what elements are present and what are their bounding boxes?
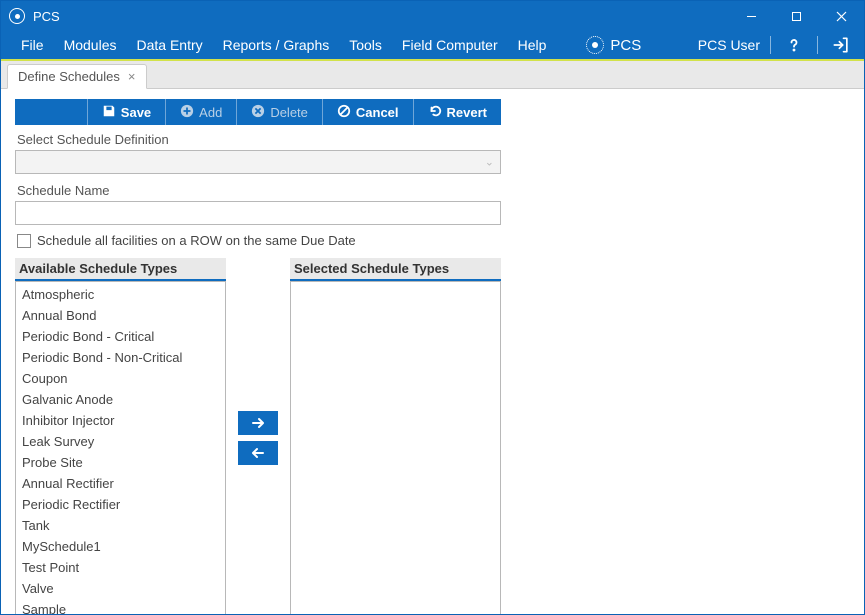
menu-item-help[interactable]: Help — [508, 30, 557, 60]
list-item[interactable]: Probe Site — [20, 452, 221, 473]
minimize-button[interactable] — [729, 1, 774, 31]
brand-group: PCS — [586, 36, 641, 54]
maximize-button[interactable] — [774, 1, 819, 31]
revert-button[interactable]: Revert — [414, 99, 501, 125]
logout-icon[interactable] — [828, 32, 854, 58]
list-item[interactable]: Periodic Bond - Non-Critical — [20, 347, 221, 368]
close-button[interactable] — [819, 1, 864, 31]
menu-item-data-entry[interactable]: Data Entry — [126, 30, 212, 60]
select-definition-label: Select Schedule Definition — [15, 129, 501, 150]
list-item[interactable]: Annual Bond — [20, 305, 221, 326]
app-window: PCS FileModulesData EntryReports / Graph… — [0, 0, 865, 615]
app-title: PCS — [33, 9, 60, 24]
divider — [770, 36, 771, 54]
list-item[interactable]: Coupon — [20, 368, 221, 389]
schedule-name-input[interactable] — [15, 201, 501, 225]
revert-icon — [428, 104, 442, 121]
tab-close-icon[interactable]: × — [128, 70, 136, 83]
list-item[interactable]: Leak Survey — [20, 431, 221, 452]
cancel-label: Cancel — [356, 105, 399, 120]
list-item[interactable]: Annual Rectifier — [20, 473, 221, 494]
titlebar: PCS — [1, 1, 864, 31]
menu-item-tools[interactable]: Tools — [339, 30, 392, 60]
list-item[interactable]: Sample — [20, 599, 221, 614]
content-area: Save Add Delete — [1, 89, 864, 614]
select-definition-dropdown[interactable]: ⌄ — [15, 150, 501, 174]
menubar: FileModulesData EntryReports / GraphsToo… — [1, 31, 864, 61]
list-item[interactable]: Valve — [20, 578, 221, 599]
schedule-name-label: Schedule Name — [15, 180, 501, 201]
tab-label: Define Schedules — [18, 69, 120, 84]
tabstrip: Define Schedules × — [1, 61, 864, 89]
save-icon — [102, 104, 116, 121]
brand-icon — [586, 36, 604, 54]
menu-item-file[interactable]: File — [11, 30, 54, 60]
menu-item-reports-graphs[interactable]: Reports / Graphs — [213, 30, 340, 60]
list-item[interactable]: Atmospheric — [20, 284, 221, 305]
add-button[interactable]: Add — [166, 99, 237, 125]
move-left-button[interactable] — [238, 441, 278, 465]
delete-circle-icon — [251, 104, 265, 121]
delete-label: Delete — [270, 105, 308, 120]
help-icon[interactable] — [781, 32, 807, 58]
list-item[interactable]: MySchedule1 — [20, 536, 221, 557]
list-item[interactable]: Periodic Bond - Critical — [20, 326, 221, 347]
app-icon — [9, 8, 25, 24]
define-schedules-panel: Save Add Delete — [15, 99, 501, 614]
list-item[interactable]: Inhibitor Injector — [20, 410, 221, 431]
selected-listbox[interactable] — [290, 281, 501, 614]
menu-item-modules[interactable]: Modules — [54, 30, 127, 60]
dual-list: Available Schedule Types AtmosphericAnnu… — [15, 258, 501, 614]
selected-header: Selected Schedule Types — [290, 258, 501, 281]
available-listbox[interactable]: AtmosphericAnnual BondPeriodic Bond - Cr… — [15, 281, 226, 614]
revert-label: Revert — [447, 105, 487, 120]
list-item[interactable]: Galvanic Anode — [20, 389, 221, 410]
same-due-date-label: Schedule all facilities on a ROW on the … — [37, 233, 356, 248]
move-right-button[interactable] — [238, 411, 278, 435]
tab-define-schedules[interactable]: Define Schedules × — [7, 64, 147, 89]
cancel-button[interactable]: Cancel — [323, 99, 414, 125]
chevron-down-icon: ⌄ — [485, 156, 494, 169]
list-item[interactable]: Tank — [20, 515, 221, 536]
menu-item-field-computer[interactable]: Field Computer — [392, 30, 508, 60]
save-button[interactable]: Save — [88, 99, 166, 125]
user-label: PCS User — [698, 37, 760, 53]
add-label: Add — [199, 105, 222, 120]
panel-toolbar: Save Add Delete — [15, 99, 501, 125]
divider — [817, 36, 818, 54]
available-header: Available Schedule Types — [15, 258, 226, 281]
list-item[interactable]: Test Point — [20, 557, 221, 578]
list-item[interactable]: Periodic Rectifier — [20, 494, 221, 515]
save-label: Save — [121, 105, 151, 120]
plus-circle-icon — [180, 104, 194, 121]
delete-button[interactable]: Delete — [237, 99, 323, 125]
cancel-icon — [337, 104, 351, 121]
brand-label: PCS — [610, 37, 641, 54]
same-due-date-checkbox[interactable] — [17, 234, 31, 248]
